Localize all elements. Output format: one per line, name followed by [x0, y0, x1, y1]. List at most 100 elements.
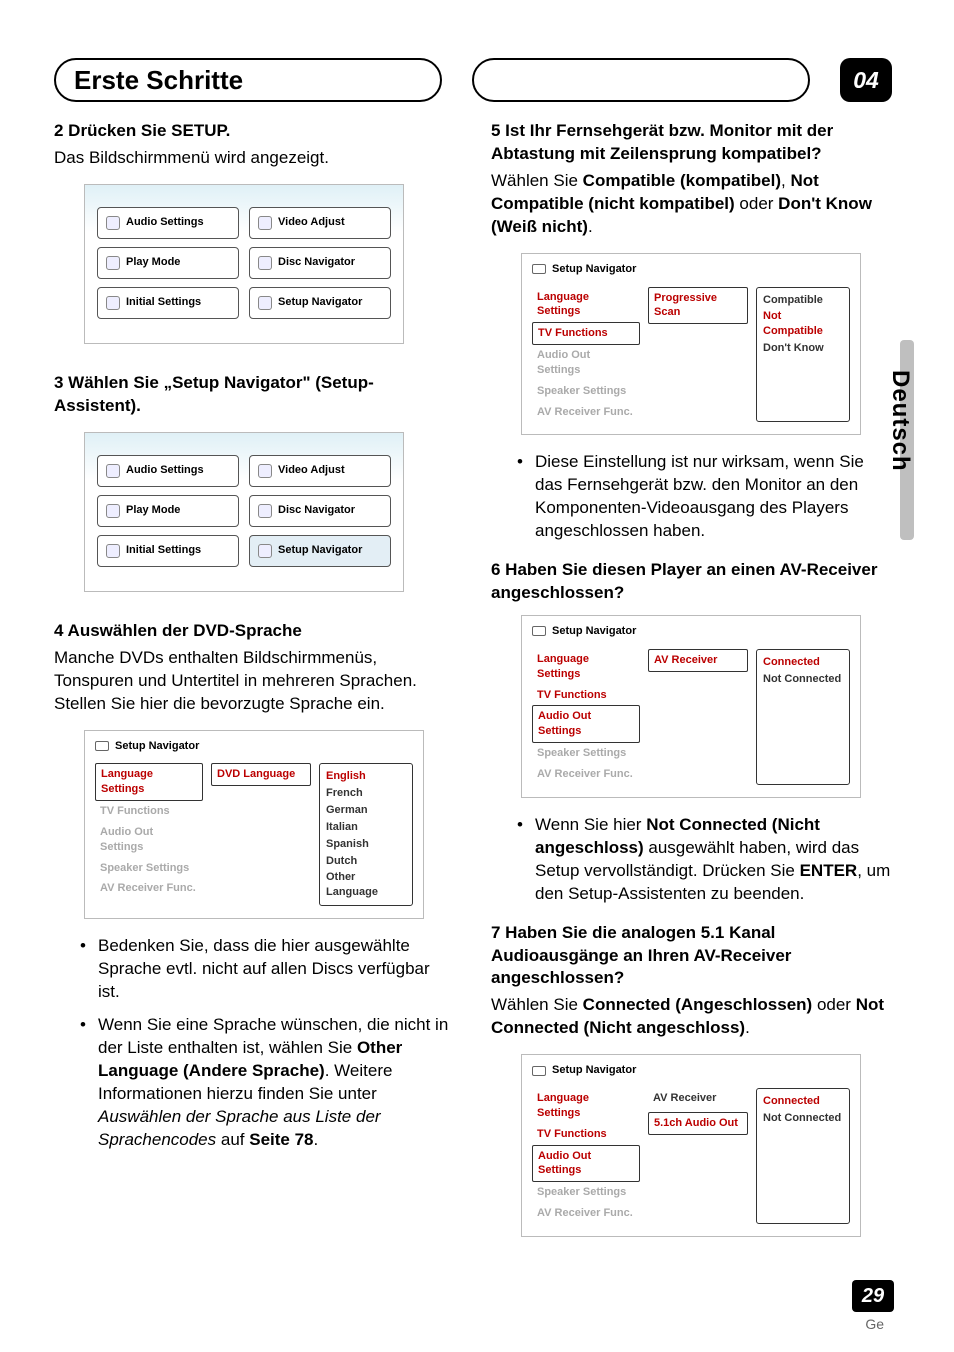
- nav-setting-progressive[interactable]: Progressive Scan: [648, 287, 748, 325]
- bullet-1: Bedenken Sie, dass die hier ausgewählte …: [80, 935, 455, 1004]
- tile-label: Audio Settings: [126, 463, 204, 478]
- chapter-title: Erste Schritte: [74, 65, 243, 96]
- bullet-text: auf: [216, 1130, 249, 1149]
- nav-cat-speaker[interactable]: Speaker Settings: [532, 381, 640, 402]
- nav-cat-language[interactable]: Language Settings: [532, 287, 640, 323]
- nav-category-list: Language Settings TV Functions Audio Out…: [532, 649, 640, 785]
- nav-title: Setup Navigator: [95, 739, 413, 754]
- tile-initial-settings[interactable]: Initial Settings: [97, 535, 239, 567]
- nav-cat-tv[interactable]: TV Functions: [532, 322, 640, 345]
- nav-setting-col: DVD Language: [211, 763, 311, 906]
- step5-heading: 5 Ist Ihr Fernsehgerät bzw. Monitor mit …: [491, 120, 892, 166]
- nav-setting-av-receiver[interactable]: AV Receiver: [648, 649, 748, 672]
- nav-cat-tv[interactable]: TV Functions: [95, 801, 203, 822]
- step4-bullets: Bedenken Sie, dass die hier ausgewählte …: [80, 935, 455, 1151]
- nav-cat-audio-out[interactable]: Audio Out Settings: [532, 1145, 640, 1183]
- navigator-icon: [258, 296, 272, 310]
- audio-icon: [106, 216, 120, 230]
- opt-dutch[interactable]: Dutch: [326, 853, 406, 870]
- nav-cat-tv[interactable]: TV Functions: [532, 1124, 640, 1145]
- tile-label: Disc Navigator: [278, 503, 355, 518]
- step5-bullets: Diese Einstellung ist nur wirksam, wenn …: [517, 451, 892, 543]
- nav-setting-col: AV Receiver: [648, 649, 748, 785]
- opt-not-connected[interactable]: Not Connected: [763, 671, 843, 688]
- t: Wenn Sie hier: [535, 815, 646, 834]
- t: Wählen Sie: [491, 171, 583, 190]
- t: Compatible (kompatibel): [583, 171, 781, 190]
- settings-icon: [106, 544, 120, 558]
- nav-cat-language[interactable]: Language Settings: [532, 649, 640, 685]
- tile-disc-navigator[interactable]: Disc Navigator: [249, 247, 391, 279]
- tile-audio-settings[interactable]: Audio Settings: [97, 455, 239, 487]
- nav-cat-tv[interactable]: TV Functions: [532, 685, 640, 706]
- header-spacer: [472, 58, 810, 102]
- left-column: 2 Drücken Sie SETUP. Das Bildschirmmenü …: [54, 120, 455, 1272]
- opt-not-compatible[interactable]: Not Compatible: [763, 308, 843, 340]
- tile-video-adjust[interactable]: Video Adjust: [249, 207, 391, 239]
- nav-setting-col: Progressive Scan: [648, 287, 748, 423]
- opt-spanish[interactable]: Spanish: [326, 836, 406, 853]
- nav-category-list: Language Settings TV Functions Audio Out…: [532, 1088, 640, 1224]
- header-row: Erste Schritte 04: [54, 58, 892, 102]
- page-number-badge: 29: [852, 1280, 894, 1312]
- step5-body: Wählen Sie Compatible (kompatibel), Not …: [491, 170, 892, 239]
- menu-tile-box-1: Audio Settings Video Adjust Play Mode Di…: [84, 184, 404, 344]
- nav-cat-speaker[interactable]: Speaker Settings: [532, 1182, 640, 1203]
- opt-italian[interactable]: Italian: [326, 819, 406, 836]
- audio-icon: [106, 464, 120, 478]
- opt-connected[interactable]: Connected: [763, 654, 843, 671]
- opt-connected[interactable]: Connected: [763, 1093, 843, 1110]
- tile-label: Audio Settings: [126, 215, 204, 230]
- nav-cat-audio-out[interactable]: Audio Out Settings: [95, 822, 203, 858]
- nav-cat-speaker[interactable]: Speaker Settings: [95, 858, 203, 879]
- opt-compatible[interactable]: Compatible: [763, 292, 843, 309]
- nav-cat-av-receiver[interactable]: AV Receiver Func.: [95, 878, 203, 899]
- chapter-number-badge: 04: [840, 58, 892, 102]
- tile-play-mode[interactable]: Play Mode: [97, 247, 239, 279]
- bullet: Wenn Sie hier Not Connected (Nicht anges…: [517, 814, 892, 906]
- nav-cat-language[interactable]: Language Settings: [532, 1088, 640, 1124]
- tile-setup-navigator[interactable]: Setup Navigator: [249, 287, 391, 319]
- nav-options: English French German Italian Spanish Du…: [319, 763, 413, 906]
- tile-label: Setup Navigator: [278, 295, 362, 310]
- chapter-pill: Erste Schritte: [54, 58, 442, 102]
- opt-dont-know[interactable]: Don't Know: [763, 340, 843, 357]
- t: ENTER: [800, 861, 858, 880]
- step4-body: Manche DVDs enthalten Bildschirmmenüs, T…: [54, 647, 455, 716]
- step6-bullets: Wenn Sie hier Not Connected (Nicht anges…: [517, 814, 892, 906]
- nav-setting-av-receiver[interactable]: AV Receiver: [648, 1088, 748, 1109]
- nav-cat-av-receiver[interactable]: AV Receiver Func.: [532, 1203, 640, 1224]
- tile-video-adjust[interactable]: Video Adjust: [249, 455, 391, 487]
- nav-setting-51ch[interactable]: 5.1ch Audio Out: [648, 1112, 748, 1135]
- content-columns: 2 Drücken Sie SETUP. Das Bildschirmmenü …: [54, 120, 892, 1272]
- nav-cat-speaker[interactable]: Speaker Settings: [532, 743, 640, 764]
- nav-cat-audio-out[interactable]: Audio Out Settings: [532, 345, 640, 381]
- nav-title: Setup Navigator: [532, 624, 850, 639]
- opt-other-language[interactable]: Other Language: [326, 869, 406, 901]
- nav-setting-dvd-language[interactable]: DVD Language: [211, 763, 311, 786]
- nav-cat-language[interactable]: Language Settings: [95, 763, 203, 801]
- navigator-icon: [532, 626, 546, 636]
- opt-french[interactable]: French: [326, 785, 406, 802]
- opt-german[interactable]: German: [326, 802, 406, 819]
- nav-cat-audio-out[interactable]: Audio Out Settings: [532, 705, 640, 743]
- step6-heading: 6 Haben Sie diesen Player an einen AV-Re…: [491, 559, 892, 605]
- nav-setting-col: AV Receiver 5.1ch Audio Out: [648, 1088, 748, 1224]
- tile-audio-settings[interactable]: Audio Settings: [97, 207, 239, 239]
- disc-icon: [258, 256, 272, 270]
- step2-body: Das Bildschirmmenü wird angezeigt.: [54, 147, 455, 170]
- step3-heading: 3 Wählen Sie „Setup Navigator" (Setup-As…: [54, 372, 455, 418]
- video-icon: [258, 464, 272, 478]
- nav-title: Setup Navigator: [532, 262, 850, 277]
- opt-english[interactable]: English: [326, 768, 406, 785]
- nav-cat-av-receiver[interactable]: AV Receiver Func.: [532, 402, 640, 423]
- bullet-text: Bedenken Sie, dass die hier ausgewählte …: [98, 936, 430, 1001]
- nav-cat-av-receiver[interactable]: AV Receiver Func.: [532, 764, 640, 785]
- nav-options: Connected Not Connected: [756, 1088, 850, 1224]
- opt-not-connected[interactable]: Not Connected: [763, 1110, 843, 1127]
- tile-disc-navigator[interactable]: Disc Navigator: [249, 495, 391, 527]
- setup-nav-panel-audio-out-1: Setup Navigator Language Settings TV Fun…: [521, 615, 861, 798]
- tile-initial-settings[interactable]: Initial Settings: [97, 287, 239, 319]
- tile-setup-navigator-selected[interactable]: Setup Navigator: [249, 535, 391, 567]
- tile-play-mode[interactable]: Play Mode: [97, 495, 239, 527]
